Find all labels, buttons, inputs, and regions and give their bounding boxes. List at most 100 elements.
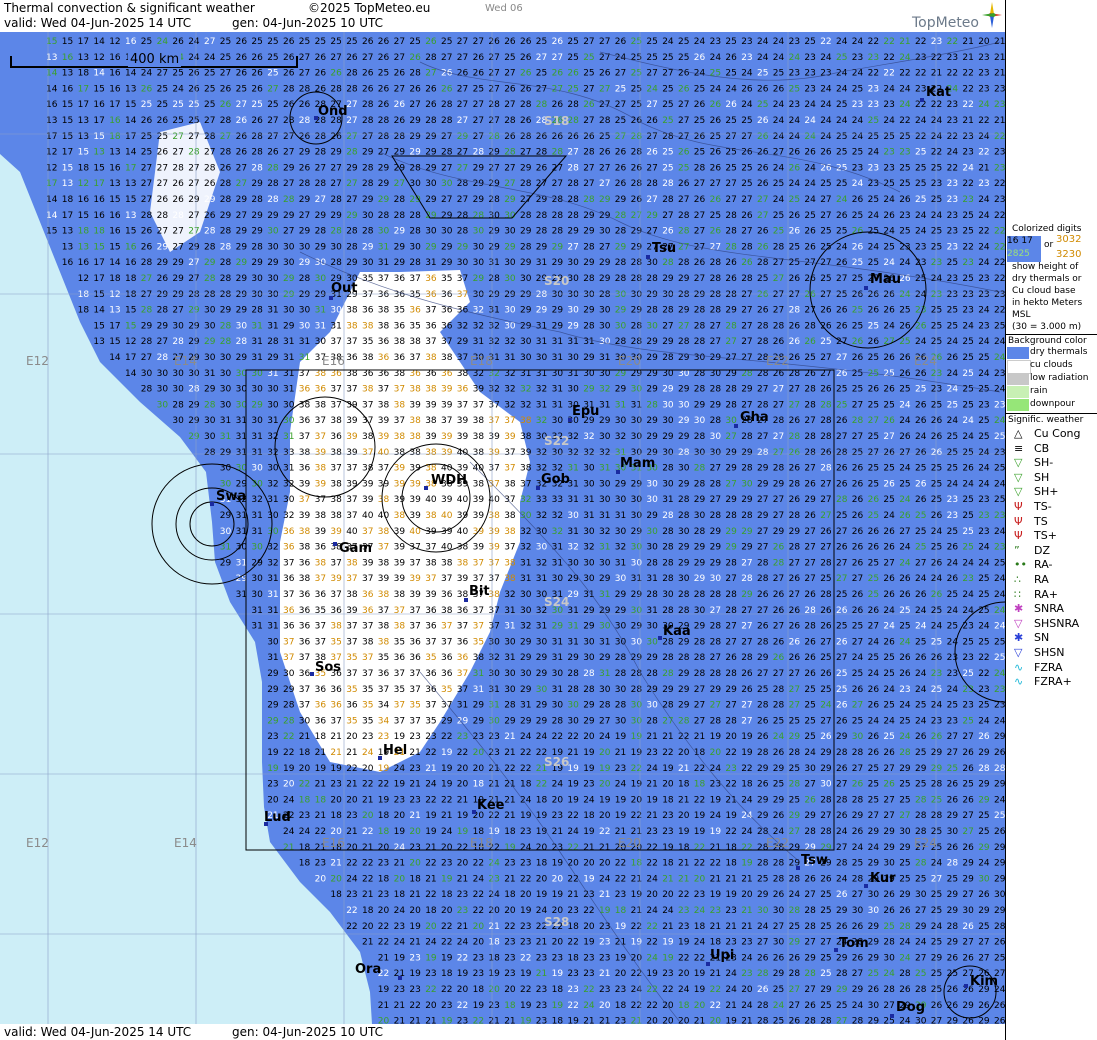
city-tsabong[interactable]: Tsw [801, 853, 828, 868]
forecast-map[interactable]: 15 15 17 14 12 16 25 24 26 24 27 25 26 25 25 26 25 25 25 25… [0, 32, 1005, 1024]
thermal-digit: 29 [678, 543, 690, 553]
city-epukiro[interactable]: Epu [572, 404, 599, 419]
thermal-digit: 37 [299, 432, 310, 442]
snow-icon: ✱ [1014, 631, 1023, 644]
thermal-digit: 23 [520, 859, 531, 869]
thermal-digit: 26 [789, 448, 801, 458]
thermal-digit: 25 [931, 906, 942, 916]
thermal-digit: 26 [868, 337, 880, 347]
city-windhoek[interactable]: WDH [431, 473, 467, 488]
thermal-digit: 22 [978, 653, 989, 663]
thermal-digit: 23 [868, 179, 879, 189]
thermal-digit: 30 [520, 669, 532, 679]
city-ondangwa[interactable]: Ond [318, 104, 348, 119]
thermal-digit: 27 [962, 890, 973, 900]
city-kuruman[interactable]: Kur [870, 871, 896, 886]
city-swakopmund[interactable]: Swa [216, 489, 246, 504]
city-marker [378, 756, 382, 760]
thermal-digit: 28 [773, 464, 785, 474]
thermal-digit: 28 [757, 701, 769, 711]
thermal-digit: 19 [267, 748, 279, 758]
thermal-digit: 29 [820, 748, 832, 758]
brand-name[interactable]: TopMeteo [912, 15, 979, 31]
city-maun[interactable]: Mau [870, 272, 901, 287]
thermal-digit: 31 [315, 321, 326, 331]
thermal-digit: 28 [425, 53, 437, 63]
thermal-digit: 30 [646, 258, 658, 268]
city-luderitz[interactable]: Lud [264, 810, 291, 825]
thermal-digit: 31 [251, 432, 262, 442]
city-sossusvlei[interactable]: Sos [315, 660, 341, 675]
thermal-digit: 28 [789, 479, 801, 489]
thermal-digit: 25 [741, 116, 752, 126]
thermal-digit: 25 [899, 716, 910, 726]
thermal-digit: 36 [315, 590, 327, 600]
thermal-digit: 37 [425, 701, 436, 711]
thermal-digit: 28 [678, 448, 690, 458]
thermal-digit: 27 [188, 163, 199, 173]
thermal-digit: 24 [188, 37, 200, 47]
thermal-digit: 26 [504, 132, 516, 142]
thermal-digit: 20 [409, 859, 421, 869]
city-kat[interactable]: Kat [926, 85, 951, 100]
city-helmeringhausen[interactable]: Hel [383, 743, 407, 758]
city-oranjemund[interactable]: Ora [355, 962, 381, 977]
thermal-digit: 29 [678, 385, 690, 395]
city-bitterwasser[interactable]: Bit [469, 584, 490, 599]
thermal-digit: 21 [315, 748, 326, 758]
thermal-digit: 19 [615, 922, 627, 932]
thermal-digit: 25 [899, 795, 910, 805]
thermal-digit: 37 [488, 416, 499, 426]
thermal-digit: 29 [220, 306, 232, 316]
thermal-digit: 27 [773, 274, 784, 284]
thermal-digit: 24 [883, 258, 895, 268]
map-canvas[interactable]: 15 15 17 14 12 16 25 24 26 24 27 25 26 25 25 26 25 25 25 25… [0, 32, 1005, 1024]
thermal-digit: 28 [299, 179, 311, 189]
thermal-digit: 21 [741, 874, 752, 884]
thermal-digit: 35 [409, 321, 420, 331]
thermal-digit: 23 [947, 511, 958, 521]
thermal-digit: 25 [678, 53, 689, 63]
thermal-digit: 24 [773, 100, 785, 110]
thermal-digit: 39 [473, 495, 485, 505]
thermal-digit: 24 [283, 827, 295, 837]
thermal-digit: 31 [236, 416, 247, 426]
thermal-digit: 20 [488, 906, 500, 916]
city-tsumeb[interactable]: Tsu [652, 241, 676, 256]
thermal-digit: 26 [883, 448, 895, 458]
thermal-digit: 29 [646, 653, 658, 663]
thermal-digit: 24 [994, 669, 1005, 679]
thermal-digit: 27 [804, 780, 815, 790]
thermal-digit: 24 [773, 132, 785, 142]
thermal-digit: 25 [836, 669, 847, 679]
thermal-digit: 29 [552, 306, 564, 316]
thermal-digit: 21 [409, 1017, 420, 1024]
thermal-digit: 26 [315, 53, 327, 63]
city-gobabis[interactable]: Gob [541, 472, 570, 487]
thermal-digit: 24 [852, 843, 864, 853]
city-keetmanshoop[interactable]: Kee [477, 798, 504, 813]
thermal-digit: 28 [710, 479, 722, 489]
thermal-digit: 32 [552, 527, 563, 537]
thermal-digit: 26 [994, 938, 1005, 948]
city-gamsberg[interactable]: Gam [339, 541, 372, 556]
city-mamuno[interactable]: Mam [620, 456, 655, 471]
thermal-digit: 30 [220, 353, 232, 363]
thermal-digit: 22 [883, 37, 894, 47]
thermal-digit: 26 [662, 227, 674, 237]
thermal-digit: 25 [852, 211, 863, 221]
city-kaa[interactable]: Kaa [663, 624, 691, 639]
thermal-digit: 25 [725, 116, 736, 126]
city-ghanzi[interactable]: Gha [740, 410, 769, 425]
city-kimberley[interactable]: Kim [970, 974, 998, 989]
footer-valid-time: valid: Wed 04-Jun-2025 14 UTC [4, 1025, 191, 1039]
city-dog[interactable]: Dog [896, 1000, 925, 1015]
thermal-digit: 19 [552, 890, 564, 900]
thermal-digit: 40 [425, 495, 437, 505]
thermal-digit: 22 [868, 69, 879, 79]
city-outjo[interactable]: Out [331, 281, 358, 296]
city-upington[interactable]: Upi [710, 948, 734, 963]
city-tom[interactable]: Tom [839, 936, 869, 951]
thermal-digit: 32 [520, 495, 531, 505]
thermal-digit: 24 [804, 116, 816, 126]
